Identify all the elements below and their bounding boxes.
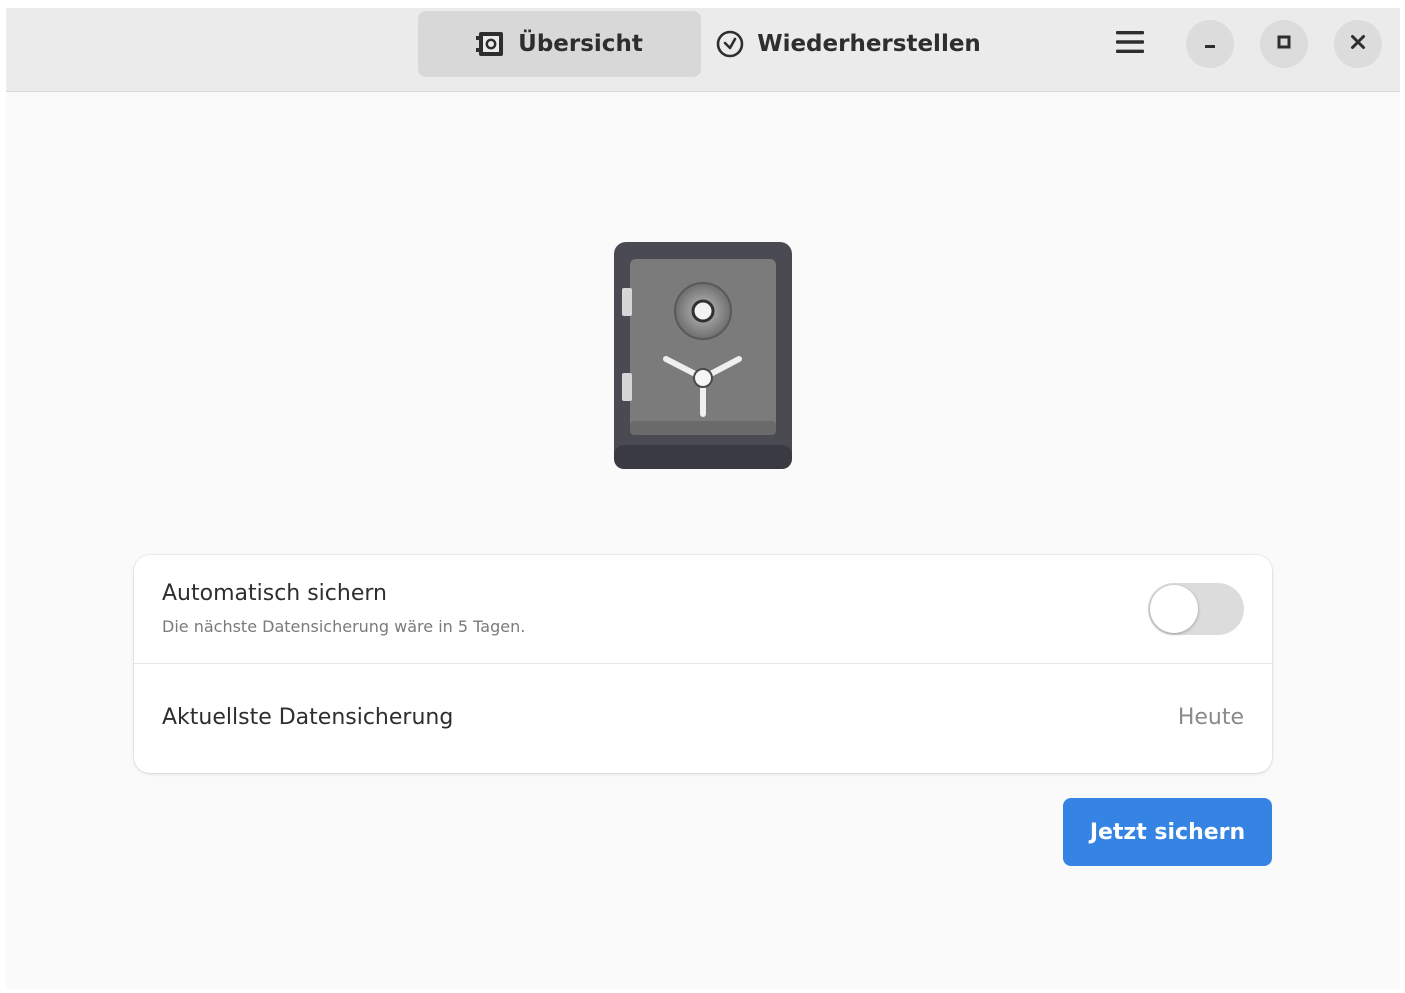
close-button[interactable] bbox=[1334, 20, 1382, 68]
auto-backup-subtitle: Die nächste Datensicherung wäre in 5 Tag… bbox=[162, 617, 526, 636]
auto-backup-title: Automatisch sichern bbox=[162, 581, 387, 606]
minimize-button[interactable] bbox=[1186, 20, 1234, 68]
headerbar: Übersicht Wiederherstellen bbox=[6, 8, 1400, 92]
backup-now-button[interactable]: Jetzt sichern bbox=[1063, 798, 1272, 866]
tab-overview-label: Übersicht bbox=[518, 31, 643, 57]
auto-backup-toggle[interactable] bbox=[1148, 583, 1244, 635]
safe-illustration bbox=[613, 241, 793, 471]
latest-backup-row: Aktuellste Datensicherung Heute bbox=[134, 664, 1272, 773]
auto-backup-row: Automatisch sichern Die nächste Datensic… bbox=[134, 555, 1272, 664]
tab-restore[interactable]: Wiederherstellen bbox=[716, 11, 981, 77]
app-window: Übersicht Wiederherstellen Automatisch s… bbox=[6, 8, 1400, 990]
tab-overview[interactable]: Übersicht bbox=[418, 11, 701, 77]
safe-icon bbox=[476, 30, 506, 58]
close-icon bbox=[1349, 33, 1367, 55]
latest-backup-title: Aktuellste Datensicherung bbox=[162, 705, 454, 730]
maximize-button[interactable] bbox=[1260, 20, 1308, 68]
tab-restore-label: Wiederherstellen bbox=[757, 31, 981, 57]
clock-icon bbox=[715, 29, 745, 59]
hamburger-menu-icon bbox=[1115, 30, 1145, 58]
minimize-icon bbox=[1201, 33, 1219, 55]
latest-backup-value: Heute bbox=[1177, 705, 1244, 730]
backup-settings-card: Automatisch sichern Die nächste Datensic… bbox=[134, 555, 1272, 773]
maximize-icon bbox=[1275, 33, 1293, 55]
toggle-knob bbox=[1150, 585, 1198, 633]
main-menu-button[interactable] bbox=[1106, 23, 1154, 65]
